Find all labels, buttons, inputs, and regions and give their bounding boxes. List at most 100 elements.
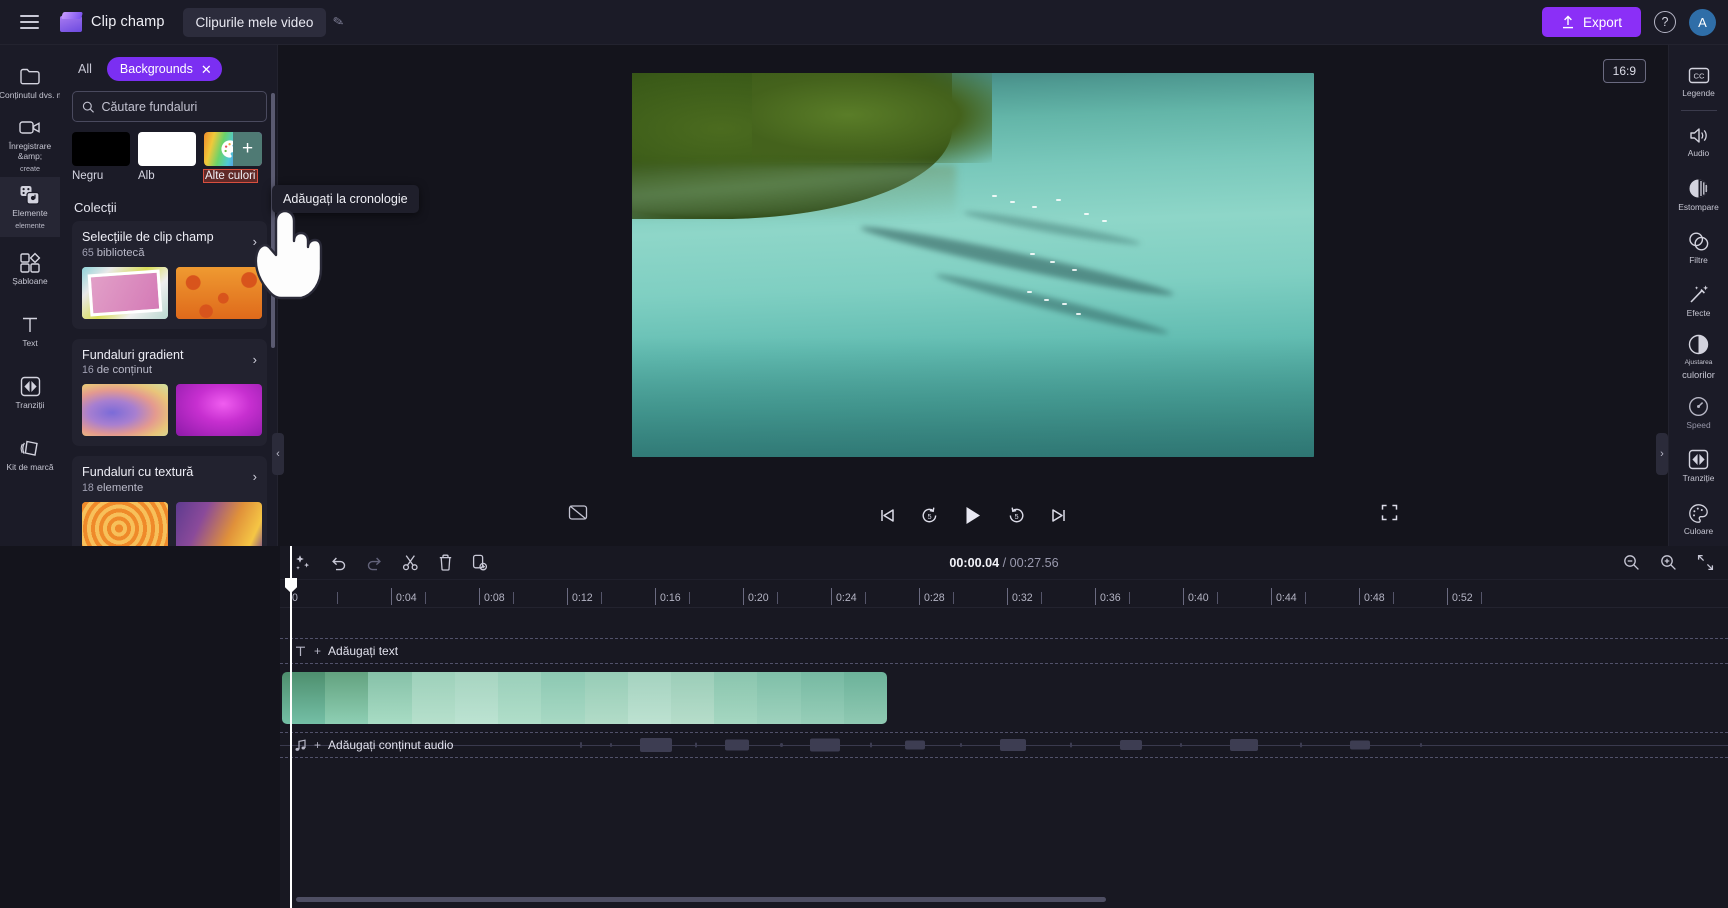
add-text-track[interactable]: + Adăugați text [280, 638, 1728, 664]
trash-icon[interactable] [438, 554, 453, 571]
collection-title: Selecțiile de clip champ [82, 230, 214, 244]
search-backgrounds[interactable] [72, 91, 267, 122]
plus-icon[interactable]: + [233, 132, 262, 166]
scissors-icon[interactable] [402, 554, 419, 571]
timeline-zoom-tools [1623, 554, 1714, 571]
chevron-right-icon[interactable]: › [253, 465, 257, 484]
skip-to-end-icon[interactable] [1050, 507, 1068, 524]
magic-sparkle-icon[interactable] [294, 554, 311, 571]
skip-to-start-icon[interactable] [878, 507, 896, 524]
right-item-sublabel: culorilor [1682, 368, 1715, 380]
plus-icon: + [314, 644, 322, 658]
clipchamp-logo-icon [60, 12, 84, 32]
clipchamp-app: Clip champ Clipurile mele video ✎ Export… [0, 0, 1728, 908]
collapse-panel-handle[interactable]: ‹ [272, 433, 284, 475]
collection-thumb[interactable] [82, 384, 168, 437]
collection-title: Fundaluri gradient [82, 347, 184, 362]
collection-thumb[interactable] [176, 502, 262, 546]
color-palette-icon [1688, 502, 1709, 524]
edit-pen-icon[interactable]: ✎ [332, 13, 346, 31]
timeline-tracks: + Adăugați text + Adăugați conținut audi… [280, 608, 1728, 908]
right-item-color[interactable]: Culoare [1669, 493, 1728, 546]
right-item-label: Tranziție [1682, 472, 1715, 483]
undo-icon[interactable] [330, 555, 347, 571]
rewind-5-icon[interactable]: 5 [920, 506, 939, 525]
right-item-transition[interactable]: Tranziție [1669, 440, 1728, 493]
video-preview[interactable] [632, 72, 1314, 457]
brand-kit-icon [19, 438, 41, 460]
sidebar-item-elements[interactable]: Elemente elemente [0, 177, 60, 237]
forward-5-icon[interactable]: 5 [1007, 506, 1026, 525]
speed-gauge-icon [1688, 396, 1709, 418]
ruler-label: 0:16 [660, 592, 681, 604]
right-item-speed[interactable]: Speed [1669, 386, 1728, 439]
right-item-captions[interactable]: CC Legende [1669, 55, 1728, 108]
fit-to-screen-icon[interactable] [1697, 554, 1714, 571]
right-item-effects[interactable]: Efecte [1669, 275, 1728, 328]
time-display: 00:00.04 / 00:27.56 [280, 556, 1728, 570]
collection-count: 18 [82, 482, 94, 495]
swatch-white-tile[interactable] [138, 132, 196, 166]
redo-icon[interactable] [366, 555, 383, 571]
collection-card[interactable]: Fundaluri gradient 16 de conținut › [72, 338, 267, 447]
close-x-icon[interactable]: ✕ [201, 63, 212, 76]
collection-thumb[interactable] [82, 266, 168, 319]
search-icon [82, 101, 94, 113]
export-label: Export [1582, 14, 1622, 30]
sidebar-item-transitions[interactable]: Tranziții [0, 363, 60, 423]
video-clip[interactable] [282, 672, 887, 724]
swatch-more-colors[interactable]: + Alte culori [203, 132, 262, 184]
chip-all[interactable]: All [72, 58, 98, 80]
sidebar-item-your-media[interactable]: Conținutul dvs. media [0, 53, 80, 113]
ruler-label: 0:32 [1012, 592, 1033, 604]
play-icon[interactable] [963, 505, 983, 526]
project-name-tab[interactable]: Clipurile mele video ✎ [182, 7, 346, 37]
collection-thumb[interactable] [176, 384, 262, 437]
playhead[interactable] [290, 546, 292, 908]
zoom-out-icon[interactable] [1623, 554, 1640, 571]
chevron-right-icon[interactable]: › [253, 348, 257, 367]
transitions-icon [20, 376, 41, 398]
chip-backgrounds[interactable]: Backgrounds ✕ [106, 57, 222, 81]
collection-count: 16 [82, 364, 94, 377]
swatch-white[interactable]: Alb [138, 132, 196, 184]
sidebar-item-record-create[interactable]: Înregistrare &amp; create [0, 115, 60, 175]
avatar[interactable]: A [1689, 8, 1716, 36]
help-circle-icon[interactable]: ? [1654, 11, 1676, 33]
collection-thumb[interactable] [82, 502, 168, 546]
zoom-in-icon[interactable] [1660, 554, 1677, 571]
right-item-fade[interactable]: Estompare [1669, 168, 1728, 221]
aspect-ratio-badge[interactable]: 16:9 [1602, 59, 1646, 83]
add-audio-track[interactable]: + Adăugați conținut audio [280, 732, 1728, 758]
collapse-right-handle[interactable]: › [1656, 433, 1668, 475]
app-body: Conținutul dvs. media Înregistrare &amp;… [0, 45, 1728, 546]
swatch-more-tile[interactable]: + [204, 132, 262, 166]
export-button[interactable]: Export [1541, 7, 1641, 37]
collection-card[interactable]: Fundaluri cu textură 18 elemente › [72, 456, 267, 546]
sidebar-item-templates[interactable]: Șabloane [0, 239, 60, 299]
left-rail: Conținutul dvs. media Înregistrare &amp;… [0, 45, 80, 546]
right-item-audio[interactable]: Audio [1669, 115, 1728, 168]
swatch-black-tile[interactable] [72, 132, 130, 166]
right-item-color-adjust[interactable]: Ajustarea culorilor [1669, 328, 1728, 387]
collection-unit: bibliotecă [96, 246, 145, 259]
captions-toggle[interactable] [568, 504, 588, 526]
duplicate-icon[interactable] [472, 554, 487, 571]
hamburger-menu-icon[interactable] [12, 5, 46, 39]
music-note-icon [295, 738, 306, 751]
brand[interactable]: Clip champ [60, 12, 165, 32]
transport-buttons: 5 5 [878, 505, 1068, 526]
sidebar-item-brand-kit[interactable]: Kit de marcă [0, 425, 60, 485]
timeline-left-gutter [0, 546, 280, 908]
right-item-filters[interactable]: Filtre [1669, 222, 1728, 275]
swatch-black[interactable]: Negru [72, 132, 130, 184]
timeline-ruler[interactable]: 0 0:04 0:08 0:12 0:16 0:20 0:24 0:28 0:3… [280, 580, 1728, 608]
collection-card[interactable]: Selecțiile de clip champ 65 bibliotecă › [72, 221, 267, 329]
current-time: 00:00.04 [949, 555, 1000, 570]
search-input[interactable] [101, 99, 257, 114]
fullscreen-button[interactable] [1381, 504, 1398, 526]
video-camera-icon [18, 117, 42, 139]
sidebar-item-sublabel: create [20, 164, 40, 174]
timeline-horizontal-scrollbar[interactable] [296, 897, 1106, 902]
sidebar-item-text[interactable]: Text [0, 301, 60, 361]
